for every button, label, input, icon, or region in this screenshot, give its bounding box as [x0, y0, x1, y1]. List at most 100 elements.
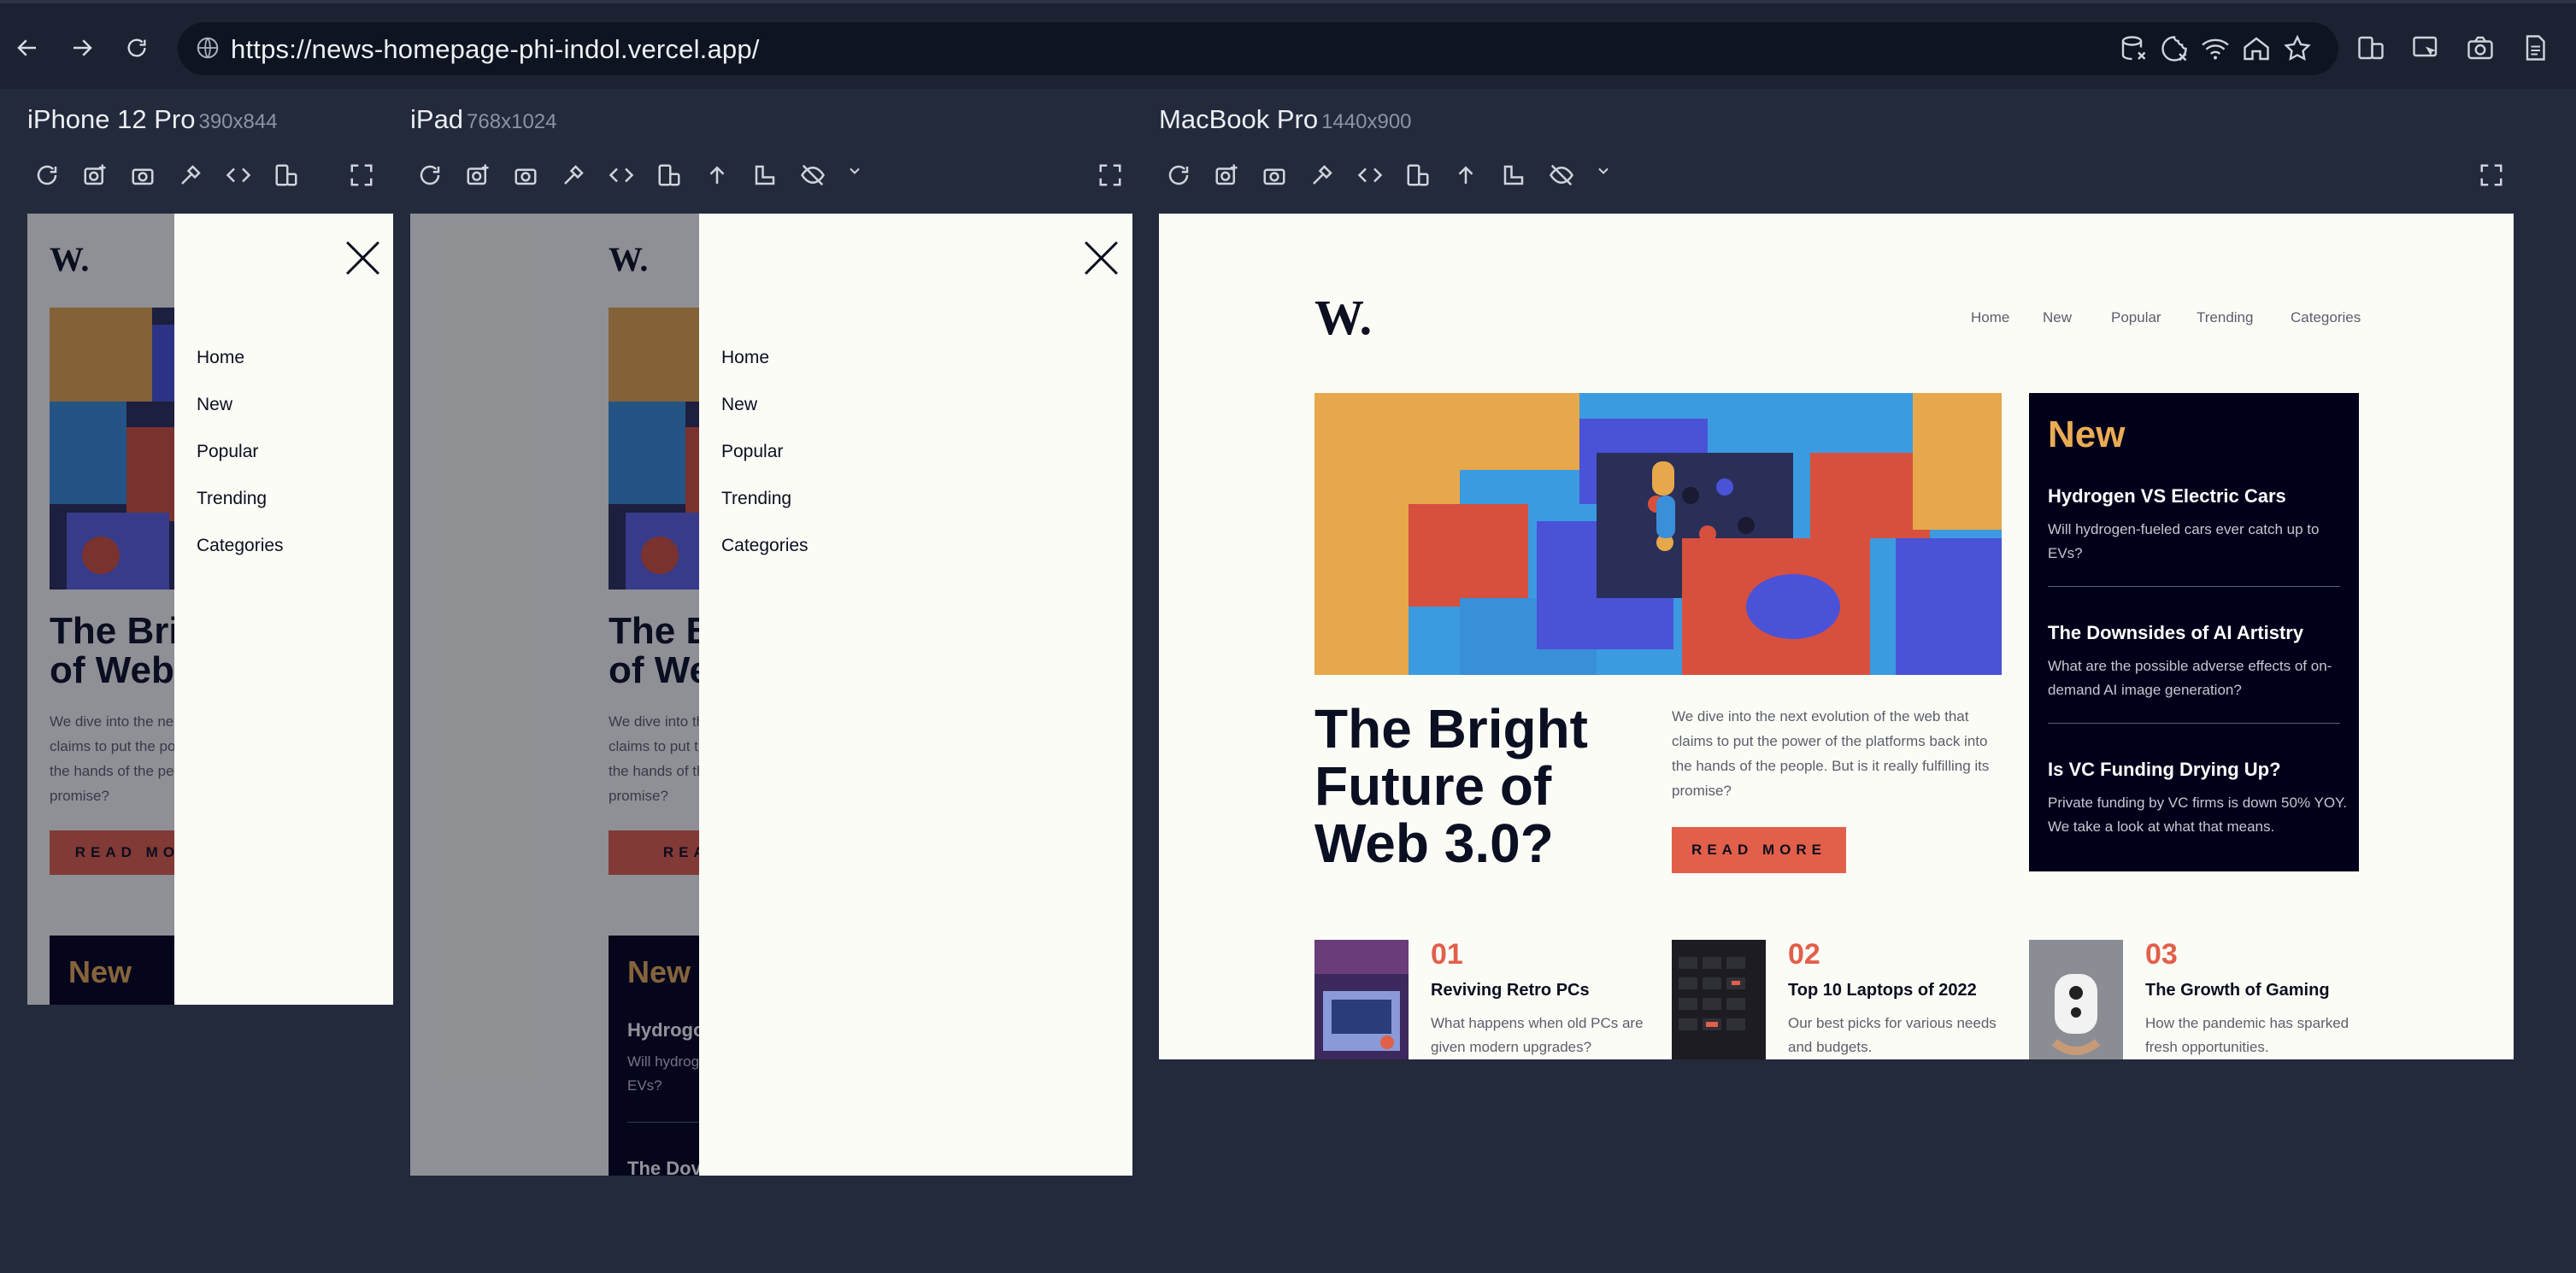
reload-button[interactable]: [120, 31, 154, 65]
device-title-iphone: iPhone 12 Pro 390x844: [27, 104, 278, 135]
code-button[interactable]: [609, 162, 638, 191]
chevron-down-icon: [1598, 167, 1609, 174]
camera-icon[interactable]: [2465, 32, 2496, 63]
address-bar[interactable]: https://news-homepage-phi-indol.vercel.a…: [178, 22, 2338, 75]
hero-title-line: Future of: [1314, 755, 1552, 818]
article-title[interactable]: Hydrogen VS Electric Cars: [2048, 485, 2286, 507]
camera-plus-icon: [467, 164, 489, 185]
chevron-down-button[interactable]: [1595, 162, 1624, 191]
globe-icon: [197, 37, 219, 59]
card-thumbnail[interactable]: [2029, 940, 2123, 1059]
device-title-macbook: MacBook Pro 1440x900: [1159, 104, 1412, 135]
color-picker-button[interactable]: [1309, 162, 1338, 191]
reload-icon: [1168, 165, 1189, 185]
menu-item-home[interactable]: Home: [197, 348, 244, 368]
camera-plus-button[interactable]: [1214, 162, 1243, 191]
fullscreen-button[interactable]: [2479, 162, 2508, 191]
home-icon[interactable]: [2241, 33, 2272, 64]
menu-item-trending[interactable]: Trending: [197, 489, 267, 509]
nav-link-trending[interactable]: Trending: [2197, 309, 2253, 326]
card-number: 03: [2145, 938, 2178, 971]
divider: [2048, 586, 2340, 587]
card-desc: Our best picks for various needs and bud…: [1788, 1012, 1997, 1059]
arrow-up-button[interactable]: [704, 162, 733, 191]
divider: [2048, 723, 2340, 724]
fullscreen-button[interactable]: [1097, 162, 1126, 191]
camera-icon: [132, 168, 154, 185]
ruler-button[interactable]: [752, 162, 781, 191]
article-desc-line: Private funding by VC firms is down 50% …: [2048, 795, 2347, 811]
card-title[interactable]: Top 10 Laptops of 2022: [1788, 981, 1977, 1000]
responsive-view-icon[interactable]: [2355, 32, 2386, 63]
arrow-right-icon: [74, 39, 92, 56]
inspect-icon[interactable]: [2410, 32, 2441, 63]
camera-button[interactable]: [1262, 162, 1291, 191]
back-button[interactable]: [10, 31, 44, 65]
fullscreen-button[interactable]: [349, 162, 378, 191]
menu-item-popular[interactable]: Popular: [721, 442, 783, 462]
forward-button[interactable]: [65, 31, 99, 65]
nav-link-popular[interactable]: Popular: [2111, 309, 2161, 326]
color-picker-button[interactable]: [178, 162, 207, 191]
reload-button[interactable]: [417, 162, 446, 191]
nav-link-categories[interactable]: Categories: [2291, 309, 2361, 326]
card-desc-line: Our best picks for various needs: [1788, 1015, 1997, 1031]
card-title[interactable]: Reviving Retro PCs: [1431, 981, 1590, 1000]
card-thumbnail[interactable]: [1314, 940, 1409, 1059]
rotate-device-icon: [1407, 164, 1429, 186]
hero-title: The Bright Future of Web 3.0?: [1314, 700, 1588, 873]
nav-link-home[interactable]: Home: [1971, 309, 2009, 326]
camera-plus-button[interactable]: [465, 162, 494, 191]
cookie-x-icon[interactable]: [2159, 33, 2190, 64]
ipad-menu: Home New Popular Trending Categories: [699, 214, 1132, 1176]
code-button[interactable]: [226, 162, 255, 191]
ruler-icon: [1503, 165, 1524, 185]
site-logo[interactable]: W.: [1314, 289, 1372, 346]
star-icon[interactable]: [2282, 33, 2313, 64]
close-icon[interactable]: [345, 241, 379, 275]
ruler-button[interactable]: [1501, 162, 1530, 191]
camera-icon: [515, 168, 537, 185]
device-name: MacBook Pro: [1159, 104, 1319, 134]
article-title[interactable]: Is VC Funding Drying Up?: [2048, 759, 2281, 781]
menu-overlay[interactable]: [27, 214, 174, 1005]
database-x-icon[interactable]: [2118, 33, 2149, 64]
reload-button[interactable]: [1166, 162, 1195, 191]
menu-item-categories[interactable]: Categories: [721, 536, 809, 556]
menu-item-new[interactable]: New: [197, 395, 232, 415]
eye-off-button[interactable]: [800, 162, 829, 191]
article-title[interactable]: The Downsides of AI Artistry: [2048, 622, 2303, 644]
rotate-device-button[interactable]: [273, 162, 303, 191]
rotate-device-button[interactable]: [1405, 162, 1434, 191]
fullscreen-icon: [350, 164, 373, 186]
menu-item-popular[interactable]: Popular: [197, 442, 258, 462]
article-desc: Private funding by VC firms is down 50% …: [2048, 791, 2347, 839]
color-picker-icon: [181, 165, 201, 185]
code-button[interactable]: [1357, 162, 1386, 191]
camera-button[interactable]: [130, 162, 159, 191]
device-size: 768x1024: [467, 110, 557, 133]
card-thumbnail[interactable]: [1672, 940, 1766, 1059]
reload-button[interactable]: [34, 162, 63, 191]
camera-plus-button[interactable]: [82, 162, 111, 191]
card-title[interactable]: The Growth of Gaming: [2145, 981, 2330, 1000]
hero-description: We dive into the next evolution of the w…: [1672, 704, 1989, 803]
camera-button[interactable]: [513, 162, 542, 191]
menu-item-new[interactable]: New: [721, 395, 757, 415]
rotate-device-button[interactable]: [656, 162, 685, 191]
menu-item-trending[interactable]: Trending: [721, 489, 791, 509]
menu-item-categories[interactable]: Categories: [197, 536, 284, 556]
document-icon[interactable]: [2520, 32, 2550, 63]
color-picker-button[interactable]: [561, 162, 590, 191]
menu-overlay[interactable]: [410, 214, 699, 1176]
nav-link-new[interactable]: New: [2043, 309, 2072, 326]
close-icon[interactable]: [1084, 241, 1118, 275]
menu-item-home[interactable]: Home: [721, 348, 769, 368]
arrow-up-button[interactable]: [1453, 162, 1482, 191]
wifi-x-icon[interactable]: [2200, 33, 2231, 64]
chevron-down-button[interactable]: [846, 162, 875, 191]
eye-off-button[interactable]: [1549, 162, 1578, 191]
eye-off-icon: [801, 164, 825, 186]
arrow-left-icon: [17, 39, 36, 56]
read-more-button[interactable]: READ MORE: [1672, 827, 1846, 873]
